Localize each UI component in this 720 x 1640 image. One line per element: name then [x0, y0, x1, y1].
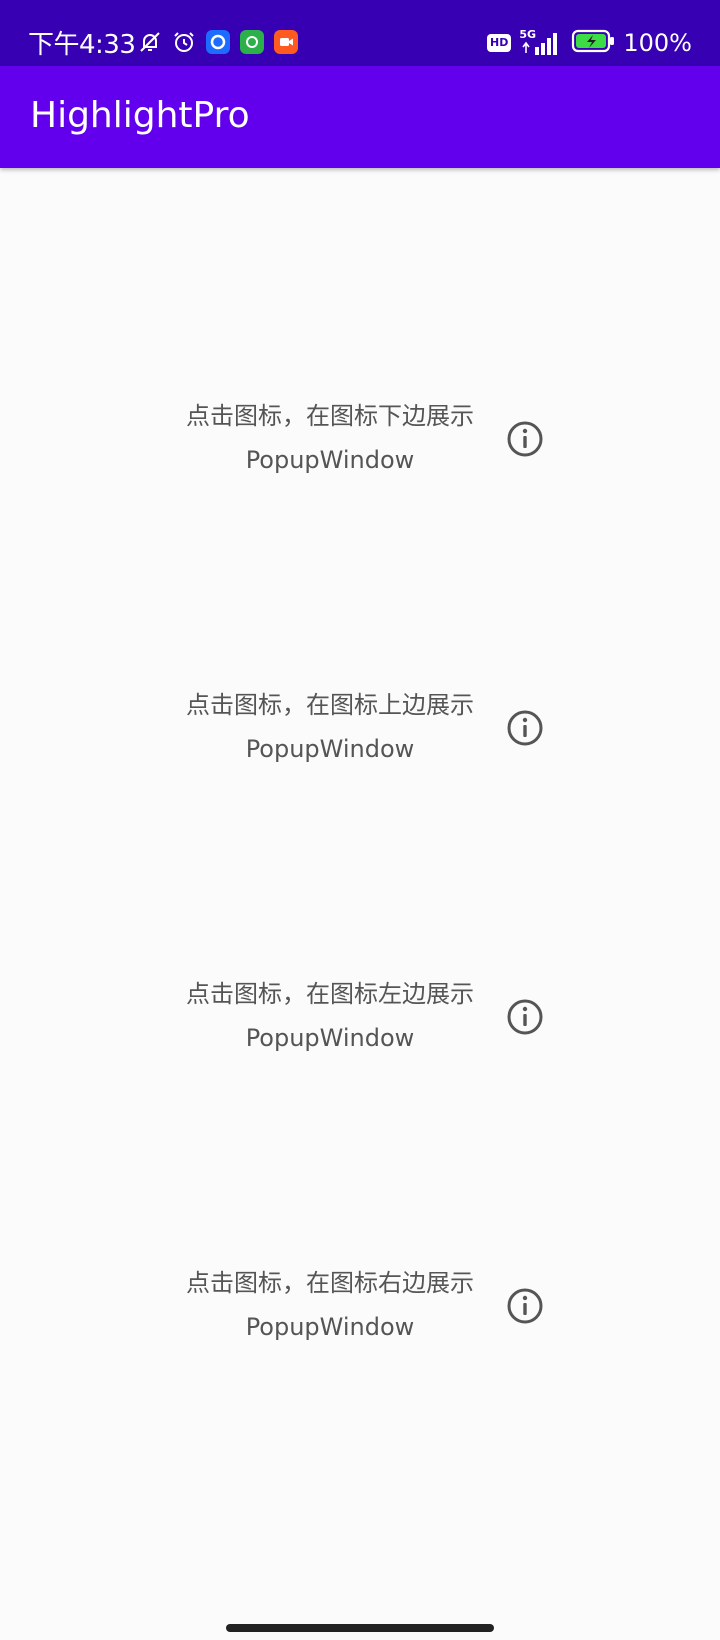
demo-description: 点击图标，在图标右边展示 PopupWindow: [160, 1261, 500, 1349]
description-line-1: 点击图标，在图标上边展示: [186, 691, 474, 719]
status-bar: 下午4:33 HD 5G 100%: [0, 0, 720, 66]
demo-item-below: 点击图标，在图标下边展示 PopupWindow: [0, 394, 720, 494]
hd-badge: HD: [487, 34, 512, 52]
description-line-2: PopupWindow: [245, 735, 415, 763]
app-title: HighlightPro: [30, 95, 250, 136]
description-line-2: PopupWindow: [245, 1024, 415, 1052]
home-indicator[interactable]: [226, 1624, 494, 1632]
wechat-icon: [240, 30, 264, 54]
description-line-2: PopupWindow: [245, 1313, 415, 1341]
status-time: 下午4:33: [28, 30, 136, 60]
qq-browser-icon: [206, 30, 230, 54]
alarm-clock-icon: [172, 30, 196, 54]
description-line-2: PopupWindow: [245, 446, 415, 474]
description-line-1: 点击图标，在图标左边展示: [186, 980, 474, 1008]
info-icon[interactable]: [505, 997, 545, 1037]
battery-percentage: 100%: [623, 29, 692, 57]
app-bar: HighlightPro: [0, 66, 720, 168]
demo-description: 点击图标，在图标上边展示 PopupWindow: [160, 683, 500, 771]
demo-item-left: 点击图标，在图标左边展示 PopupWindow: [0, 972, 720, 1072]
demo-description: 点击图标，在图标左边展示 PopupWindow: [160, 972, 500, 1060]
demo-item-right: 点击图标，在图标右边展示 PopupWindow: [0, 1261, 720, 1361]
description-line-1: 点击图标，在图标右边展示: [186, 1269, 474, 1297]
info-icon[interactable]: [505, 708, 545, 748]
info-icon[interactable]: [505, 1286, 545, 1326]
status-system-icons: HD 5G 100%: [487, 28, 692, 58]
demo-description: 点击图标，在图标下边展示 PopupWindow: [160, 394, 500, 482]
mute-bell-icon: [138, 30, 162, 54]
status-notification-icons: [138, 30, 298, 54]
video-icon: [274, 30, 298, 54]
info-icon[interactable]: [505, 419, 545, 459]
signal-icon: 5G: [519, 29, 563, 57]
battery-icon: [571, 28, 615, 58]
demo-item-above: 点击图标，在图标上边展示 PopupWindow: [0, 683, 720, 783]
description-line-1: 点击图标，在图标下边展示: [186, 402, 474, 430]
